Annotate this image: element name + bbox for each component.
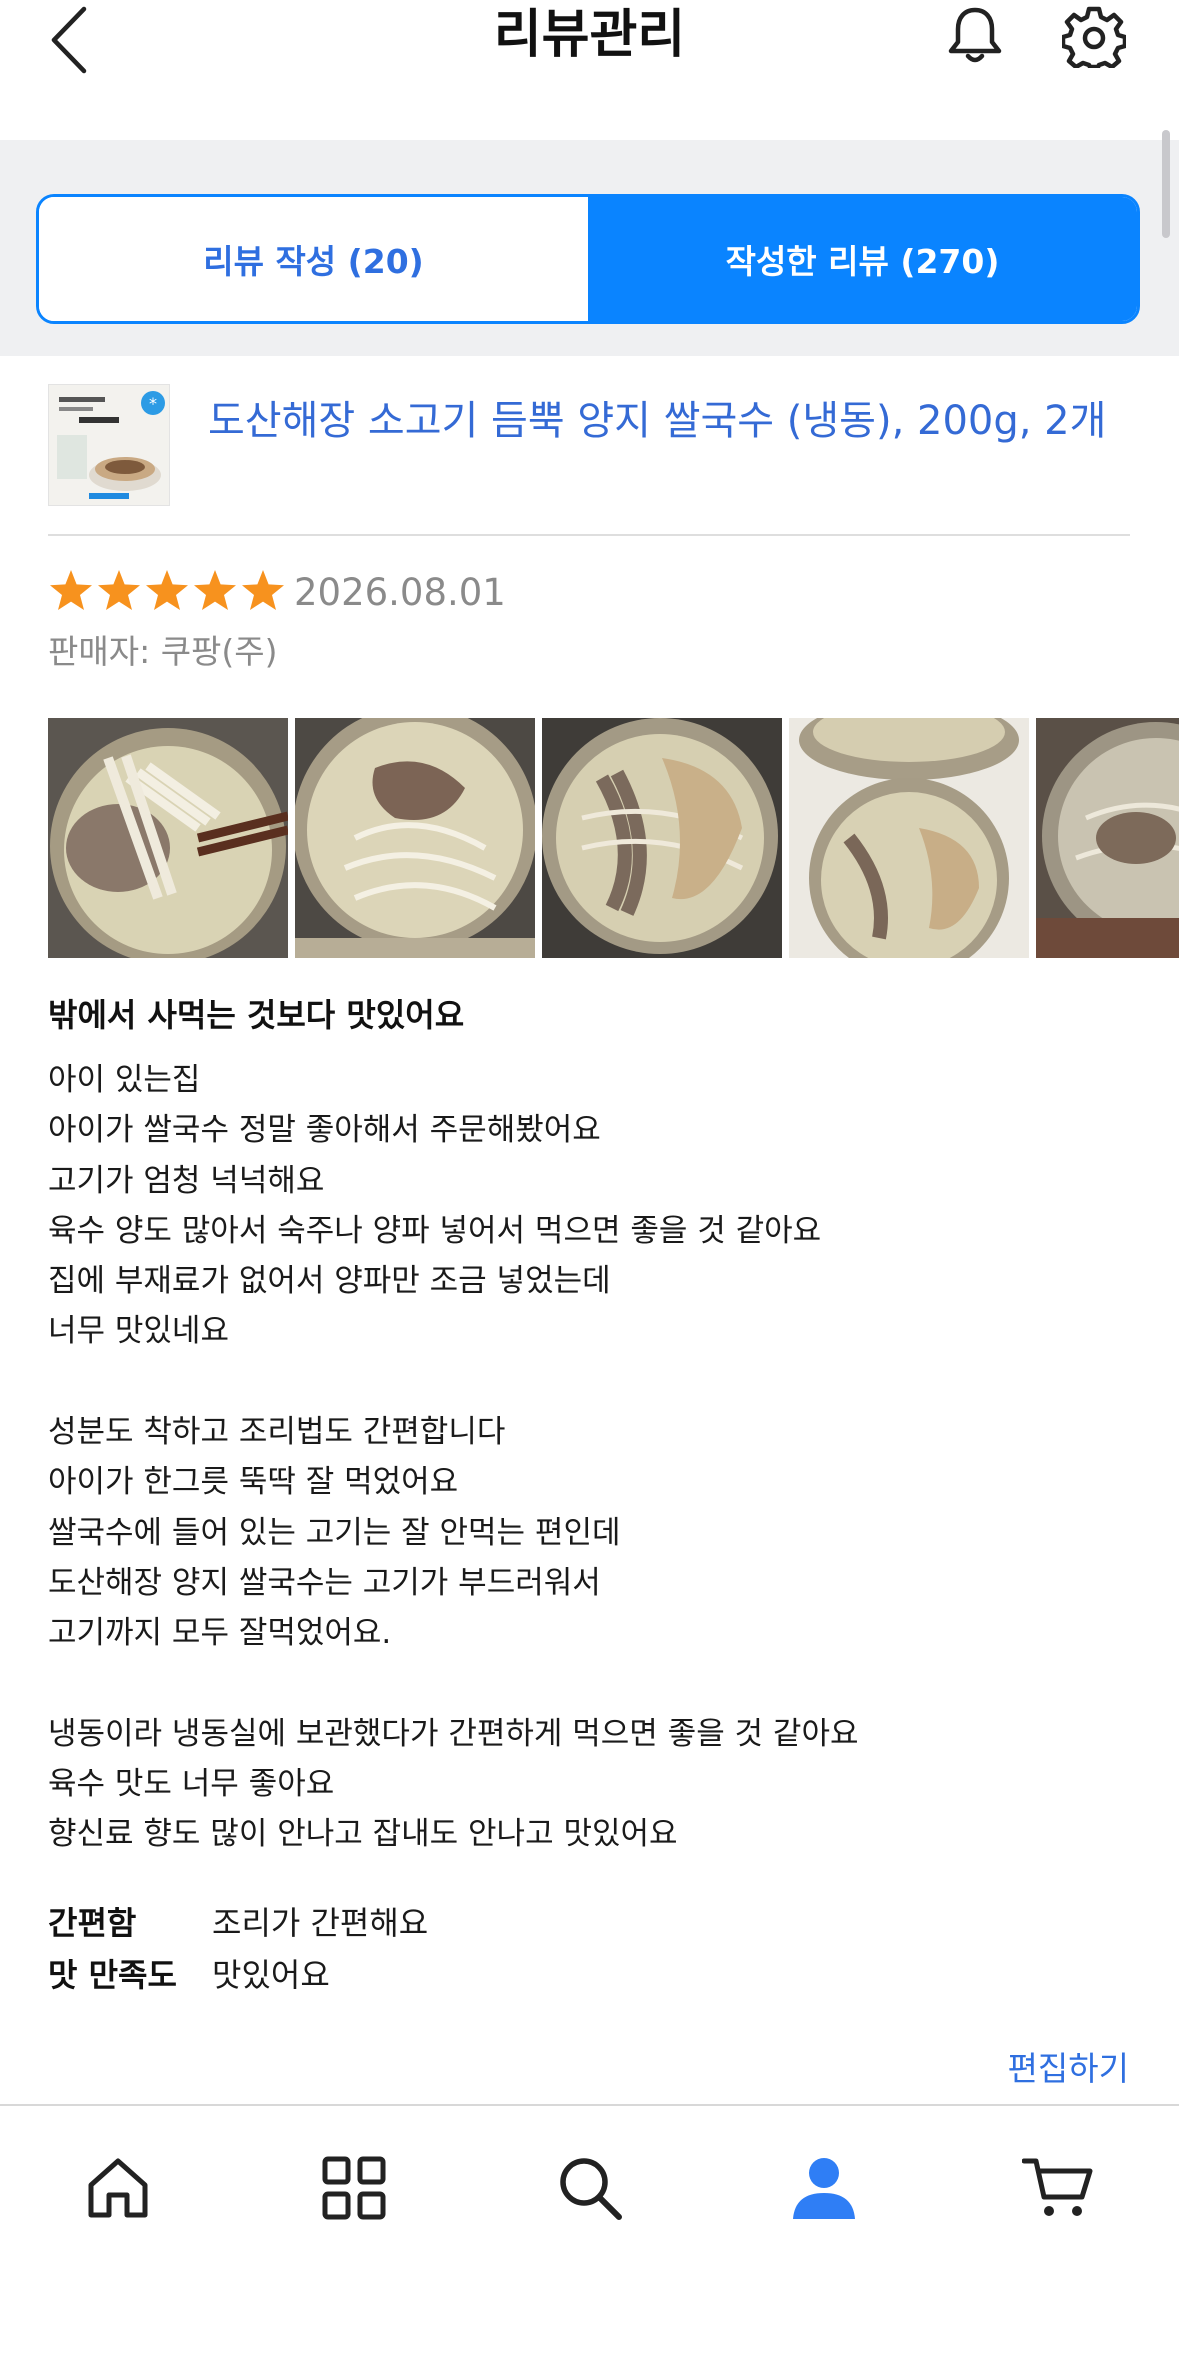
review-body-line: 아이가 한그릇 뚝딱 잘 먹었어요 [48,1464,459,1501]
product-row[interactable]: * 도산해장 소고기 듬뿍 양지 쌀국수 (냉동), 200g, 2개 [48,384,1130,534]
product-name-link[interactable]: 도산해장 소고기 듬뿍 양지 쌀국수 (냉동), 200g, 2개 [208,394,1128,448]
tab-band: 리뷰 작성 (20) 작성한 리뷰 (270) [0,140,1179,356]
review-body-line: 육수 맛도 너무 좋아요 [48,1766,335,1803]
star-icon [146,570,188,610]
review-attributes: 간편함 조리가 간편해요 맛 만족도 맛있어요 [48,1895,948,1999]
top-header: 리뷰관리 [0,0,1179,140]
search-icon [560,2158,622,2220]
nav-my-account[interactable] [784,2148,864,2228]
settings-button[interactable] [1058,0,1130,72]
review-photo[interactable] [48,718,288,958]
gear-icon [1062,6,1126,68]
review-body-line: 육수 양도 많아서 숙주나 양파 넣어서 먹으면 좋을 것 같아요 [48,1212,822,1249]
product-thumbnail[interactable]: * [48,384,170,506]
review-body-line [48,1659,1130,1709]
review-photo[interactable] [542,718,782,958]
home-icon [88,2158,148,2218]
review-title: 밖에서 사먹는 것보다 맛있어요 [48,996,465,1034]
attribute-value: 조리가 간편해요 [212,1904,429,1942]
profile-icon [793,2158,855,2219]
review-body-line: 쌀국수에 들어 있는 고기는 잘 안먹는 편인데 [48,1514,621,1551]
divider [48,534,1130,536]
bell-icon [948,7,1002,63]
attribute-label: 맛 만족도 [48,1956,177,1994]
star-icon [98,570,140,610]
review-body: 아이 있는집 아이가 쌀국수 정말 좋아해서 주문해봤어요 고기가 엄청 넉넉해… [48,1055,1130,1860]
review-body-line: 도산해장 양지 쌀국수는 고기가 부드러워서 [48,1564,601,1601]
notifications-button[interactable] [940,0,1010,70]
review-body-line: 집에 부재료가 없어서 양파만 조금 넣었는데 [48,1263,611,1300]
cart-icon [1022,2158,1093,2216]
nav-cart[interactable] [1018,2148,1098,2228]
review-photo-strip[interactable] [48,718,1179,960]
review-photo[interactable] [295,718,535,958]
star-rating [48,566,286,620]
category-grid-icon [322,2156,386,2220]
scrollbar-thumb[interactable] [1162,130,1170,238]
star-icon [242,570,284,610]
attribute-label: 간편함 [48,1904,137,1942]
review-body-line: 너무 맛있네요 [48,1313,229,1350]
review-body-line: 고기가 엄청 넉넉해요 [48,1162,325,1199]
review-photo[interactable] [1036,718,1179,958]
review-body-line: 성분도 착하고 조리법도 간편합니다 [48,1414,506,1451]
review-tab-switch: 리뷰 작성 (20) 작성한 리뷰 (270) [36,194,1140,324]
nav-home[interactable] [78,2148,158,2228]
review-body-line: 냉동이라 냉동실에 보관했다가 간편하게 먹으면 좋을 것 같아요 [48,1715,859,1752]
attribute-row: 맛 만족도 맛있어요 [48,1947,948,1999]
svg-text:*: * [149,394,157,413]
star-icon [50,570,92,610]
nav-search[interactable] [550,2148,630,2228]
star-icon [194,570,236,610]
tab-written-reviews[interactable]: 작성한 리뷰 (270) [588,197,1137,321]
attribute-row: 간편함 조리가 간편해요 [48,1895,948,1947]
review-date: 2026.08.01 [294,571,506,614]
nav-categories[interactable] [314,2148,394,2228]
review-body-line [48,1357,1130,1407]
tab-write-review[interactable]: 리뷰 작성 (20) [39,197,588,321]
review-photo[interactable] [789,718,1029,958]
seller-name: 판매자: 쿠팡(주) [48,632,278,671]
review-body-line: 향신료 향도 많이 안나고 잡내도 안나고 맛있어요 [48,1816,678,1853]
bottom-nav-bar [0,2104,1179,2365]
edit-review-link[interactable]: 편집하기 [1008,2044,1129,2094]
review-body-line: 아이 있는집 [48,1062,201,1098]
attribute-value: 맛있어요 [212,1956,330,1994]
review-body-line: 아이가 쌀국수 정말 좋아해서 주문해봤어요 [48,1112,601,1149]
review-body-line: 고기까지 모두 잘먹었어요. [48,1615,392,1652]
